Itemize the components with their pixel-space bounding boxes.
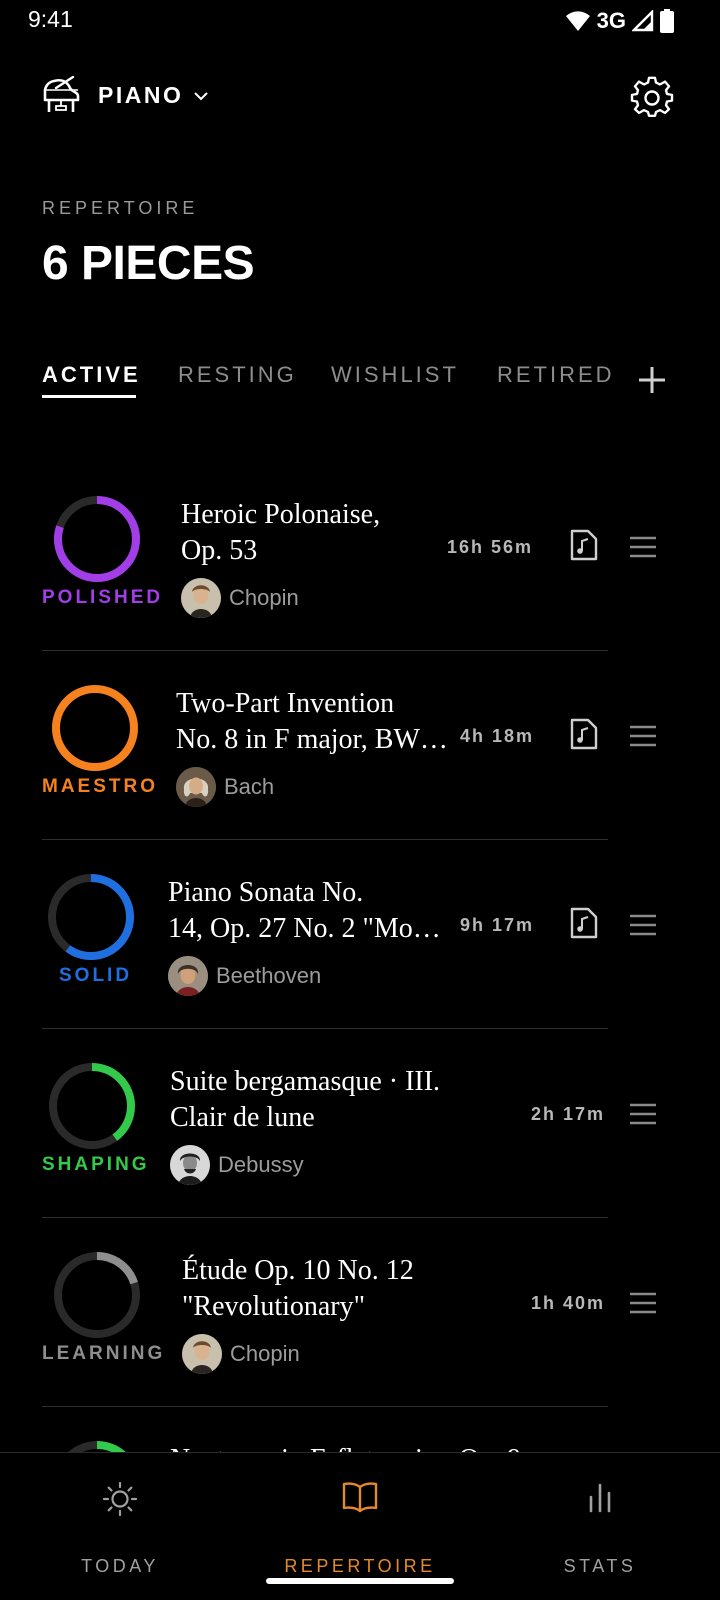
- chevron-down-icon: [194, 92, 209, 101]
- gear-icon[interactable]: [630, 76, 674, 120]
- network-type: 3G: [596, 8, 626, 33]
- tab-active[interactable]: ACTIVE: [42, 362, 141, 388]
- tab-bar: ACTIVE RESTING WISHLIST RETIRED: [0, 350, 720, 410]
- practice-duration: 16h 56m: [447, 537, 534, 557]
- piece-title-line: No. 8 in F major, BW…: [176, 724, 448, 755]
- drag-handle-icon[interactable]: [628, 913, 658, 937]
- tab-retired[interactable]: RETIRED: [497, 362, 615, 388]
- status-icons: 3G: [565, 8, 674, 34]
- piece-title-line: "Revolutionary": [182, 1291, 366, 1322]
- piece-row[interactable]: MAESTRO Two-Part Invention No. 8 in F ma…: [0, 651, 720, 840]
- piece-title: Étude Op. 10 No. 12 "Revolutionary": [182, 1253, 462, 1325]
- composer-name: Beethoven: [216, 963, 322, 988]
- composer-avatar: [182, 1334, 222, 1374]
- status-badge: SHAPING: [42, 1154, 150, 1175]
- wifi-icon: [565, 11, 590, 31]
- sheet-music-icon[interactable]: [570, 529, 598, 561]
- piece-list: POLISHED Heroic Polonaise, Op. 53 Chopin…: [0, 462, 720, 1596]
- drag-handle-icon[interactable]: [628, 535, 658, 559]
- instrument-selector[interactable]: PIANO: [42, 76, 209, 114]
- nav-stats[interactable]: STATS: [480, 1453, 720, 1600]
- composer-avatar: [176, 767, 216, 807]
- composer-name: Chopin: [230, 1341, 300, 1366]
- piece-row[interactable]: LEARNING Étude Op. 10 No. 12 "Revolution…: [0, 1218, 720, 1407]
- nav-today-label: TODAY: [81, 1556, 159, 1576]
- composer-name: Debussy: [218, 1152, 304, 1177]
- progress-ring: [45, 871, 137, 963]
- piece-title-line: Étude Op. 10 No. 12: [182, 1255, 414, 1286]
- composer-name: Bach: [224, 774, 275, 799]
- home-indicator: [266, 1578, 454, 1584]
- practice-duration: 9h 17m: [460, 915, 535, 935]
- composer: Chopin: [181, 578, 299, 618]
- status-badge: SOLID: [59, 965, 133, 986]
- nav-repertoire-label: REPERTOIRE: [284, 1556, 436, 1576]
- sheet-music-icon[interactable]: [570, 907, 598, 939]
- signal-icon: [632, 10, 654, 32]
- progress-ring: [46, 1060, 138, 1152]
- sun-icon: [102, 1481, 138, 1517]
- practice-duration: 2h 17m: [531, 1104, 606, 1124]
- nav-today[interactable]: TODAY: [0, 1453, 240, 1600]
- section-label: REPERTOIRE: [42, 198, 199, 218]
- composer: Bach: [176, 767, 274, 807]
- composer-avatar: [170, 1145, 210, 1185]
- piece-title-line: Two-Part Invention: [176, 688, 395, 719]
- status-badge: LEARNING: [42, 1343, 166, 1364]
- piece-row[interactable]: POLISHED Heroic Polonaise, Op. 53 Chopin…: [0, 462, 720, 651]
- piece-title-line: Suite bergamasque · III.: [170, 1066, 441, 1097]
- composer-avatar: [168, 956, 208, 996]
- piece-row[interactable]: SOLID Piano Sonata No. 14, Op. 27 No. 2 …: [0, 840, 720, 1029]
- drag-handle-icon[interactable]: [628, 1291, 658, 1315]
- tab-active-underline: [42, 395, 136, 398]
- composer-name: Chopin: [229, 585, 299, 610]
- drag-handle-icon[interactable]: [628, 1102, 658, 1126]
- piece-row[interactable]: SHAPING Suite bergamasque · III. Clair d…: [0, 1029, 720, 1218]
- sheet-music-icon[interactable]: [570, 718, 598, 750]
- open-book-icon: [342, 1482, 378, 1513]
- piece-title-line: Piano Sonata No.: [168, 877, 364, 908]
- piece-title-line: Heroic Polonaise,: [181, 499, 381, 530]
- battery-icon: [660, 9, 674, 33]
- grand-piano-icon: [43, 76, 80, 112]
- instrument-name: PIANO: [98, 81, 184, 108]
- composer: Chopin: [182, 1334, 300, 1374]
- nav-stats-label: STATS: [563, 1556, 637, 1576]
- piece-title: Heroic Polonaise, Op. 53: [181, 497, 461, 569]
- progress-ring: [51, 493, 143, 585]
- composer: Beethoven: [168, 956, 321, 996]
- piece-title: Suite bergamasque · III. Clair de lune: [170, 1064, 450, 1136]
- composer-avatar: [181, 578, 221, 618]
- page-title: 6 PIECES: [42, 237, 255, 290]
- progress-ring: [51, 1249, 143, 1341]
- status-bar: 9:41 3G: [0, 0, 720, 44]
- tab-resting[interactable]: RESTING: [178, 362, 297, 388]
- bar-chart-icon: [589, 1483, 611, 1513]
- piece-title-line: 14, Op. 27 No. 2 "Moo…: [168, 913, 448, 944]
- piece-title: Piano Sonata No. 14, Op. 27 No. 2 "Moo…: [168, 875, 448, 947]
- composer: Debussy: [170, 1145, 304, 1185]
- practice-duration: 4h 18m: [460, 726, 535, 746]
- status-badge: POLISHED: [42, 587, 164, 608]
- header: PIANO: [0, 66, 720, 132]
- status-badge: MAESTRO: [42, 776, 158, 797]
- piece-title-line: Op. 53: [181, 535, 258, 566]
- progress-ring: [49, 682, 141, 774]
- add-icon[interactable]: [632, 360, 672, 400]
- piece-title-line: Clair de lune: [170, 1102, 315, 1133]
- tab-wishlist[interactable]: WISHLIST: [331, 362, 459, 388]
- practice-duration: 1h 40m: [531, 1293, 606, 1313]
- status-time: 9:41: [28, 6, 73, 32]
- drag-handle-icon[interactable]: [628, 724, 658, 748]
- piece-title: Two-Part Invention No. 8 in F major, BW…: [176, 686, 456, 758]
